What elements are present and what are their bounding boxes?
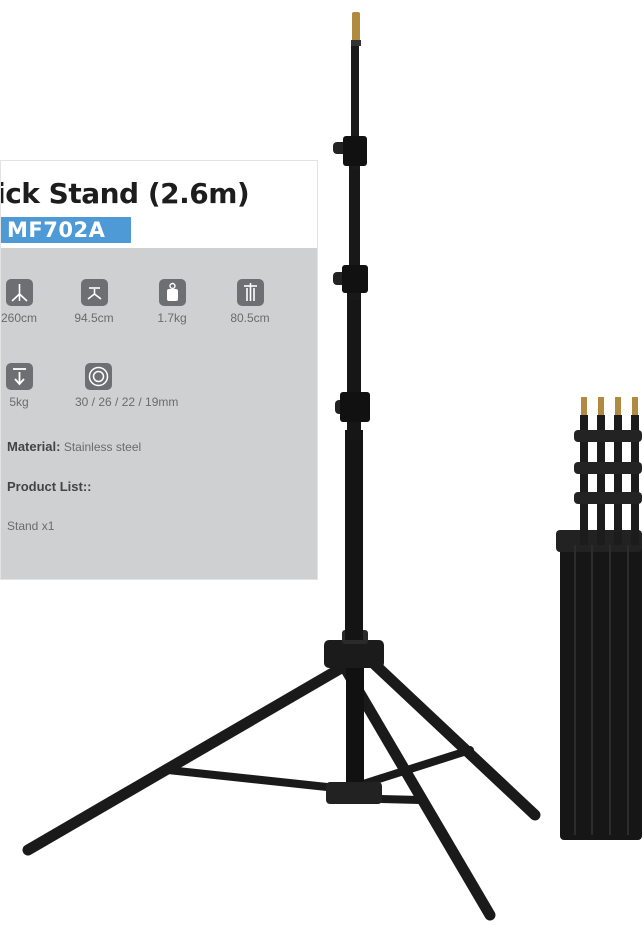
material-label: Material: bbox=[7, 439, 61, 454]
spec-value: 80.5cm bbox=[230, 311, 270, 325]
model-badge: MF702A bbox=[1, 217, 131, 243]
spec-max-height: 260cm bbox=[0, 279, 54, 325]
spec-folded-length: 80.5cm bbox=[215, 279, 285, 325]
spec-tube-diameter: 30 / 26 / 22 / 19mm bbox=[75, 363, 195, 409]
spec-max-load: 5kg bbox=[1, 363, 54, 409]
card-header: lick Stand (2.6m) MF702A bbox=[1, 161, 317, 248]
spec-weight: 1.7kg bbox=[137, 279, 207, 325]
list-item: Stand x1 bbox=[7, 519, 55, 533]
min-height-icon bbox=[80, 279, 108, 306]
max-load-icon bbox=[5, 363, 33, 390]
product-list-label: Product List:: bbox=[7, 479, 92, 494]
folded-length-icon bbox=[236, 279, 264, 306]
product-title: lick Stand (2.6m) bbox=[0, 177, 250, 210]
max-height-icon bbox=[5, 279, 33, 306]
spec-value: 1.7kg bbox=[157, 311, 187, 325]
tube-diameter-icon bbox=[85, 363, 112, 390]
weight-icon bbox=[158, 279, 186, 306]
spec-value: 260cm bbox=[0, 311, 38, 325]
spec-value: 5kg bbox=[9, 395, 29, 409]
spec-value: 30 / 26 / 22 / 19mm bbox=[75, 395, 179, 409]
material-line: Material: Stainless steel bbox=[7, 439, 141, 454]
material-value: Stainless steel bbox=[63, 440, 142, 454]
spec-card: lick Stand (2.6m) MF702A 260cm 94.5cm 1.… bbox=[0, 160, 318, 580]
spec-min-height: 94.5cm bbox=[59, 279, 129, 325]
product-list-heading: Product List:: bbox=[7, 479, 92, 494]
spec-value: 94.5cm bbox=[74, 311, 114, 325]
